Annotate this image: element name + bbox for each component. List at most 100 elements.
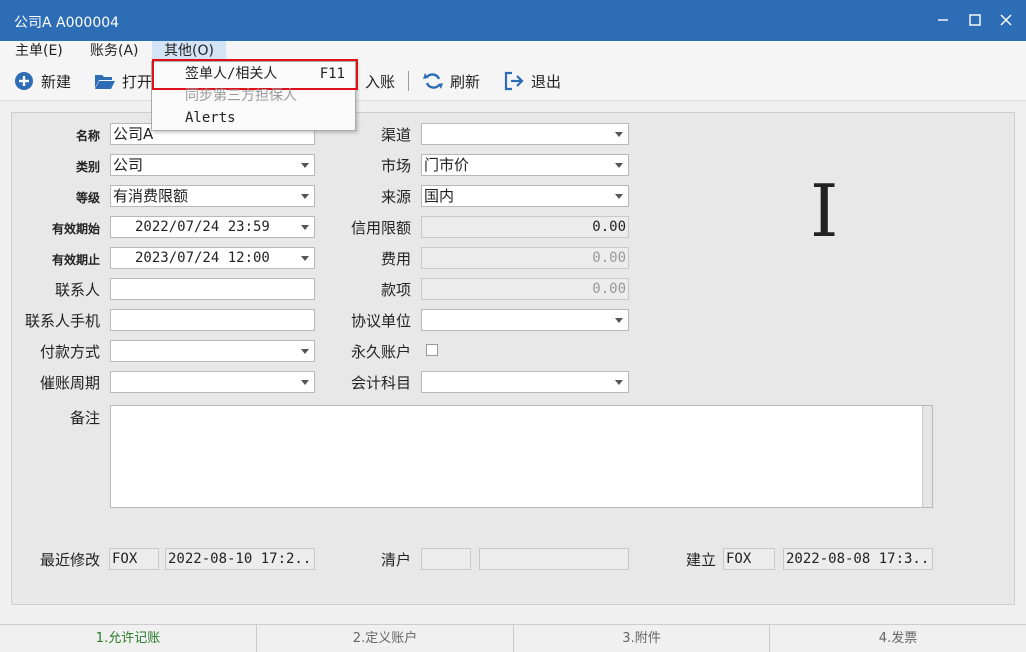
fee-label: 费用 bbox=[380, 250, 411, 268]
fee-input: 0.00 bbox=[421, 247, 629, 269]
title-bar: 公司A A000004 bbox=[0, 0, 1026, 41]
created-label: 建立 bbox=[685, 551, 716, 569]
maximize-icon bbox=[969, 14, 981, 26]
menu-item-sync-guarantor[interactable]: 同步第三方担保人 bbox=[152, 85, 355, 107]
valid-to-picker[interactable]: 2023/07/24 12:00 bbox=[110, 247, 315, 269]
exit-label: 退出 bbox=[531, 72, 562, 91]
chevron-down-icon bbox=[615, 194, 623, 199]
level-label: 等级 bbox=[75, 191, 100, 205]
market-value: 门市价 bbox=[424, 156, 470, 174]
minimize-icon bbox=[938, 19, 948, 21]
last-modified-label: 最近修改 bbox=[39, 551, 100, 569]
chevron-down-icon bbox=[615, 163, 623, 168]
agreement-label: 协议单位 bbox=[350, 312, 411, 330]
exit-icon bbox=[503, 70, 525, 92]
payment-item-input: 0.00 bbox=[421, 278, 629, 300]
payment-item-label: 款项 bbox=[380, 281, 411, 299]
close-button[interactable] bbox=[993, 8, 1019, 32]
folder-open-icon bbox=[94, 70, 116, 92]
exit-button[interactable]: 退出 bbox=[503, 61, 561, 101]
contact-label: 联系人 bbox=[54, 281, 100, 299]
menu-item-alerts-label: Alerts bbox=[185, 110, 236, 126]
maximize-button[interactable] bbox=[962, 8, 988, 32]
level-select[interactable]: 有消费限额 bbox=[110, 185, 315, 207]
valid-from-value: 2022/07/24 23:59 bbox=[135, 219, 270, 235]
created-user: FOX bbox=[723, 548, 775, 570]
created-time: 2022-08-08 17:3... bbox=[783, 548, 933, 570]
source-select[interactable]: 国内 bbox=[421, 185, 629, 207]
valid-to-label: 有效期止 bbox=[51, 253, 100, 267]
window-title: 公司A A000004 bbox=[14, 15, 120, 31]
refresh-button[interactable]: 刷新 bbox=[422, 61, 480, 101]
post-label: 入账 bbox=[365, 72, 396, 91]
bottom-tabs: 1.允许记账 2.定义账户 3.附件 4.发票 bbox=[0, 624, 1026, 652]
last-modified-user: FOX bbox=[109, 548, 159, 570]
tab-allow-posting[interactable]: 1.允许记账 bbox=[0, 625, 257, 652]
chevron-down-icon bbox=[301, 349, 309, 354]
contact-input[interactable] bbox=[110, 278, 315, 300]
category-label: 类别 bbox=[75, 160, 100, 174]
valid-from-picker[interactable]: 2022/07/24 23:59 bbox=[110, 216, 315, 238]
chevron-down-icon bbox=[615, 132, 623, 137]
menu-main-order[interactable]: 主单(E) bbox=[13, 41, 65, 61]
plus-circle-icon bbox=[13, 70, 35, 92]
minimize-button[interactable] bbox=[930, 8, 956, 32]
permanent-label: 永久账户 bbox=[350, 343, 411, 361]
chevron-down-icon bbox=[301, 225, 309, 230]
contact-phone-input[interactable] bbox=[110, 309, 315, 331]
agreement-select[interactable] bbox=[421, 309, 629, 331]
valid-to-value: 2023/07/24 12:00 bbox=[135, 250, 270, 266]
menu-item-signer[interactable]: 签单人/相关人 F11 bbox=[152, 59, 358, 90]
tab-define-account[interactable]: 2.定义账户 bbox=[257, 625, 514, 652]
permanent-checkbox[interactable] bbox=[426, 344, 438, 356]
chevron-down-icon bbox=[615, 318, 623, 323]
open-label: 打开 bbox=[122, 72, 153, 91]
payment-select[interactable] bbox=[110, 340, 315, 362]
credit-label: 信用限额 bbox=[350, 219, 411, 237]
menu-other[interactable]: 其他(O) bbox=[152, 41, 226, 61]
dunning-select[interactable] bbox=[110, 371, 315, 393]
source-label: 来源 bbox=[380, 188, 411, 206]
memo-label: 备注 bbox=[69, 409, 100, 427]
payment-label: 付款方式 bbox=[39, 343, 100, 361]
clear-label: 清户 bbox=[380, 551, 411, 569]
new-label: 新建 bbox=[41, 72, 72, 91]
market-label: 市场 bbox=[380, 157, 411, 175]
source-value: 国内 bbox=[424, 187, 455, 205]
toolbar-separator bbox=[408, 71, 409, 91]
contact-phone-label: 联系人手机 bbox=[24, 312, 100, 330]
channel-select[interactable] bbox=[421, 123, 629, 145]
text-cursor-icon: I bbox=[810, 169, 839, 253]
tab-invoices[interactable]: 4.发票 bbox=[770, 625, 1026, 652]
chevron-down-icon bbox=[301, 163, 309, 168]
channel-label: 渠道 bbox=[380, 126, 411, 144]
post-button[interactable]: 入账 bbox=[365, 61, 395, 101]
close-icon bbox=[1000, 14, 1012, 26]
market-select[interactable]: 门市价 bbox=[421, 154, 629, 176]
menu-bar: 主单(E) 账务(A) 其他(O) bbox=[0, 41, 1026, 61]
category-value: 公司 bbox=[113, 156, 144, 174]
chevron-down-icon bbox=[301, 380, 309, 385]
refresh-icon bbox=[422, 70, 444, 92]
name-label: 名称 bbox=[75, 129, 100, 143]
chevron-down-icon bbox=[301, 256, 309, 261]
category-select[interactable]: 公司 bbox=[110, 154, 315, 176]
chevron-down-icon bbox=[301, 194, 309, 199]
clear-user bbox=[421, 548, 471, 570]
new-button[interactable]: 新建 bbox=[13, 61, 71, 101]
account-subject-select[interactable] bbox=[421, 371, 629, 393]
credit-input: 0.00 bbox=[421, 216, 629, 238]
level-value: 有消费限额 bbox=[113, 187, 189, 205]
open-button[interactable]: 打开 bbox=[94, 61, 152, 101]
menu-item-alerts[interactable]: Alerts bbox=[152, 107, 355, 129]
other-menu-dropdown: 签单人/相关人 F11 同步第三方担保人 Alerts bbox=[151, 59, 358, 131]
app-window: 公司A A000004 主单(E) 账务(A) 其他(O) 新建 打开 入账 刷… bbox=[0, 0, 1026, 652]
chevron-down-icon bbox=[615, 380, 623, 385]
refresh-label: 刷新 bbox=[450, 72, 481, 91]
form-panel: 名称 公司A 类别 公司 等级 有消费限额 有效期始 2022/07/24 23… bbox=[11, 112, 1015, 605]
menu-accounts[interactable]: 账务(A) bbox=[88, 41, 141, 61]
memo-textarea[interactable] bbox=[110, 405, 933, 508]
tab-attachments[interactable]: 3.附件 bbox=[514, 625, 770, 652]
last-modified-time: 2022-08-10 17:2... bbox=[165, 548, 315, 570]
memo-scrollbar[interactable] bbox=[922, 406, 932, 507]
